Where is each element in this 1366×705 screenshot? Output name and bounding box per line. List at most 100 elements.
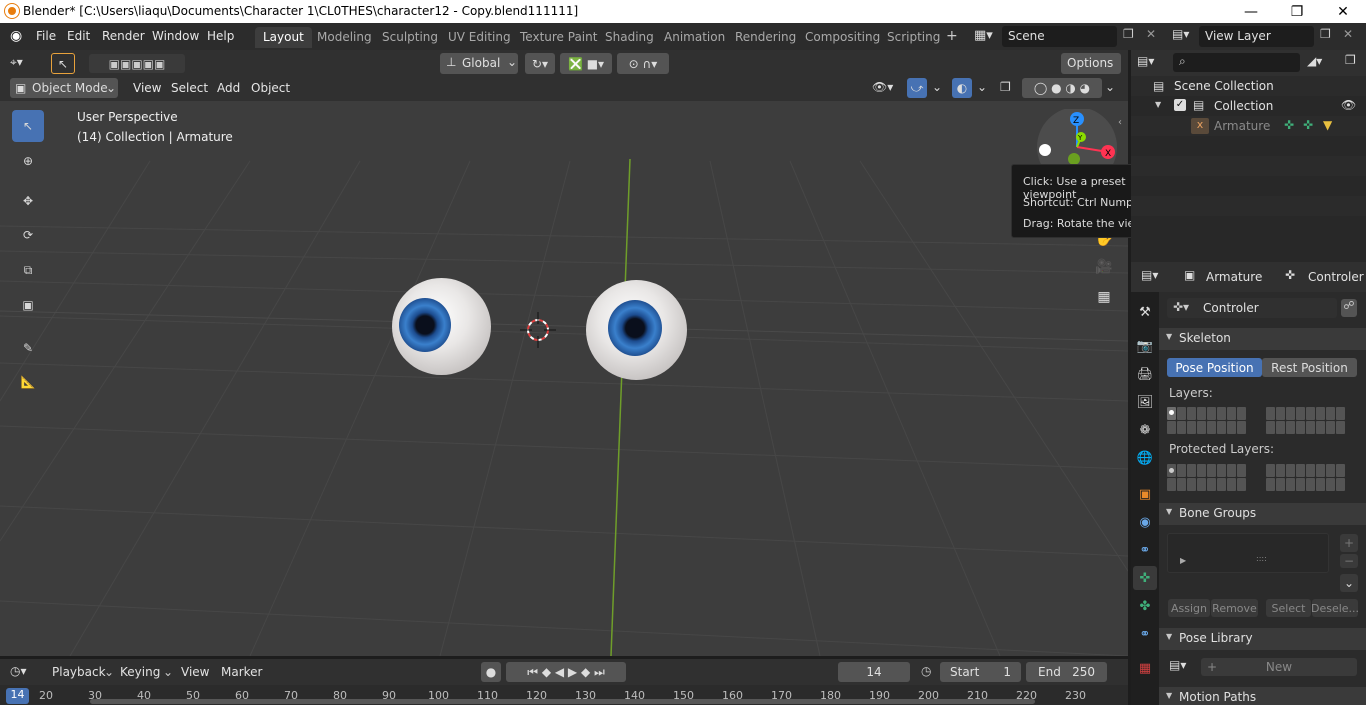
tab-uv-editing[interactable]: UV Editing	[440, 27, 519, 48]
render-tab-icon[interactable]: 📷	[1133, 334, 1157, 358]
outliner-row[interactable]: ▼ ✓ ▤ Collection 👁	[1131, 96, 1366, 116]
start-frame-field[interactable]: Start 1	[940, 662, 1021, 682]
pose-position-button[interactable]: Pose Position	[1167, 358, 1262, 377]
tab-texture-paint[interactable]: Texture Paint	[512, 27, 605, 48]
view-layer-field[interactable]: View Layer	[1199, 26, 1314, 47]
annotate-tool-icon[interactable]: ✎	[12, 332, 44, 364]
filter-icon[interactable]: ◢▾	[1307, 54, 1322, 68]
camera-view-icon[interactable]: 🎥	[1093, 256, 1115, 278]
pose-library-browse-icon[interactable]: ▤▾	[1169, 658, 1186, 672]
xray-toggle-icon[interactable]: ❐	[1000, 80, 1011, 94]
list-resize-handle-icon[interactable]: ::::	[1256, 554, 1267, 563]
outliner-row[interactable]: ▤ Scene Collection	[1131, 76, 1366, 96]
transform-tool-icon[interactable]: ▣	[12, 289, 44, 321]
playback-menu[interactable]: Playback	[52, 665, 106, 679]
proportional-edit-icon[interactable]: ⊙ ∩▾	[617, 53, 669, 74]
scene-field[interactable]: Scene	[1002, 26, 1117, 47]
assign-button[interactable]: Assign	[1168, 599, 1210, 617]
pose-library-panel-header[interactable]: ▼ Pose Library	[1159, 628, 1366, 650]
object-tab-icon[interactable]: ▣	[1133, 482, 1157, 506]
delete-scene-icon[interactable]: ✕	[1146, 27, 1156, 41]
select-button[interactable]: Select	[1266, 599, 1311, 617]
options-button[interactable]: Options	[1061, 53, 1121, 74]
tab-sculpting[interactable]: Sculpting	[374, 27, 446, 48]
overlays-toggle-icon[interactable]: ◐	[952, 78, 972, 98]
physics-tab-icon[interactable]: ◉	[1133, 510, 1157, 534]
new-view-layer-icon[interactable]: ❐	[1320, 27, 1331, 41]
current-frame-field[interactable]: 14	[838, 662, 910, 682]
layers-grid-left[interactable]	[1167, 407, 1246, 434]
menu-render[interactable]: Render	[102, 29, 145, 43]
protected-layers-grid-left[interactable]	[1167, 464, 1246, 491]
blender-menu-icon[interactable]: ◉	[10, 28, 22, 44]
texture-tab-icon[interactable]: ▦	[1133, 656, 1157, 680]
tab-modeling[interactable]: Modeling	[309, 27, 380, 48]
tool-tab-icon[interactable]: ⚒	[1133, 300, 1157, 324]
visibility-eye-icon[interactable]: 👁	[1341, 98, 1356, 112]
tab-animation[interactable]: Animation	[656, 27, 733, 48]
shading-mode-buttons[interactable]: ◯ ● ◑ ◕	[1022, 78, 1102, 98]
measure-tool-icon[interactable]: 📐	[12, 366, 44, 398]
remove-bone-group-button[interactable]: −	[1340, 554, 1358, 568]
tab-rendering[interactable]: Rendering	[727, 27, 804, 48]
fake-user-shield-icon[interactable]: ☍	[1341, 299, 1357, 317]
tab-shading[interactable]: Shading	[597, 27, 662, 48]
timeline-editor-icon[interactable]: ◷▾	[10, 664, 27, 678]
world-tab-icon[interactable]: 🌐	[1133, 446, 1157, 470]
menu-file[interactable]: File	[36, 29, 56, 43]
armature-data-tab-icon[interactable]: ✜	[1133, 566, 1157, 590]
viewport-menu-add[interactable]: Add	[217, 81, 240, 95]
chevron-down-icon[interactable]: ⌄	[1105, 80, 1115, 94]
snap-icon[interactable]: ❎ ■▾	[560, 53, 612, 74]
expand-icon[interactable]: ▼	[1155, 100, 1161, 109]
close-button[interactable]: ✕	[1320, 0, 1366, 23]
end-frame-field[interactable]: End 250	[1026, 662, 1107, 682]
playback-controls[interactable]: ⏮ ◆ ◀ ▶ ◆ ⏭	[506, 662, 626, 682]
tab-compositing[interactable]: Compositing	[797, 27, 888, 48]
minimize-button[interactable]: —	[1228, 0, 1274, 23]
maximize-button[interactable]: ❐	[1274, 0, 1320, 23]
delete-view-layer-icon[interactable]: ✕	[1343, 27, 1353, 41]
list-expand-icon[interactable]: ▶	[1180, 556, 1186, 565]
marker-menu[interactable]: Marker	[221, 665, 262, 679]
layers-grid-right[interactable]	[1266, 407, 1345, 434]
gizmo-toggle-icon[interactable]: ⤻	[907, 78, 927, 98]
current-frame-badge[interactable]: 14	[6, 688, 29, 704]
timeline-view-menu[interactable]: View	[181, 665, 209, 679]
perspective-toggle-icon[interactable]: ▦	[1093, 286, 1115, 308]
output-tab-icon[interactable]: 🖨	[1133, 362, 1157, 386]
record-icon[interactable]: ●	[481, 662, 501, 682]
protected-layers-grid-right[interactable]	[1266, 464, 1345, 491]
motion-paths-panel-header[interactable]: ▼ Motion Paths	[1159, 687, 1366, 705]
constraints-tab-icon[interactable]: ⚭	[1133, 538, 1157, 562]
visibility-eye-icon[interactable]: 👁▾	[872, 80, 893, 94]
view-layer-icon[interactable]: ▤▾	[1172, 27, 1189, 41]
menu-window[interactable]: Window	[152, 29, 199, 43]
menu-edit[interactable]: Edit	[67, 29, 90, 43]
menu-help[interactable]: Help	[207, 29, 234, 43]
select-box-tool-icon[interactable]: ↖	[12, 110, 44, 142]
collection-checkbox[interactable]: ✓	[1174, 99, 1186, 111]
deselect-button[interactable]: Desele...	[1311, 599, 1359, 617]
preview-range-icon[interactable]: ◷	[921, 664, 931, 678]
right-eyeball[interactable]	[586, 280, 687, 380]
outliner-row[interactable]: x Armature ✜ ✜ ▼	[1131, 116, 1366, 136]
bone-constraint-tab-icon[interactable]: ⚭	[1133, 622, 1157, 646]
viewport-menu-select[interactable]: Select	[171, 81, 208, 95]
add-bone-group-button[interactable]: +	[1340, 534, 1358, 552]
add-workspace-icon[interactable]: +	[946, 28, 958, 44]
view-layer-tab-icon[interactable]: 🖼	[1133, 390, 1157, 414]
cursor-tool-icon[interactable]: ⊕	[12, 145, 44, 177]
rotate-tool-icon[interactable]: ⟳	[12, 219, 44, 251]
chevron-down-icon[interactable]: ⌄	[977, 80, 987, 94]
bone-groups-panel-header[interactable]: ▼ Bone Groups	[1159, 503, 1366, 525]
bone-groups-list[interactable]: ▶ ::::	[1167, 533, 1329, 573]
bone-group-specials-button[interactable]: ⌄	[1340, 574, 1358, 592]
sidebar-toggle-icon[interactable]: ‹	[1118, 117, 1122, 128]
chevron-down-icon[interactable]: ⌄	[932, 80, 942, 94]
rest-position-button[interactable]: Rest Position	[1262, 358, 1357, 377]
keying-menu[interactable]: Keying	[120, 665, 160, 679]
3d-viewport[interactable]: User Perspective (14) Collection | Armat…	[0, 101, 1128, 656]
scale-tool-icon[interactable]: ⧉	[12, 254, 44, 286]
selection-mode-buttons[interactable]: ▣▣▣▣▣	[89, 54, 185, 73]
